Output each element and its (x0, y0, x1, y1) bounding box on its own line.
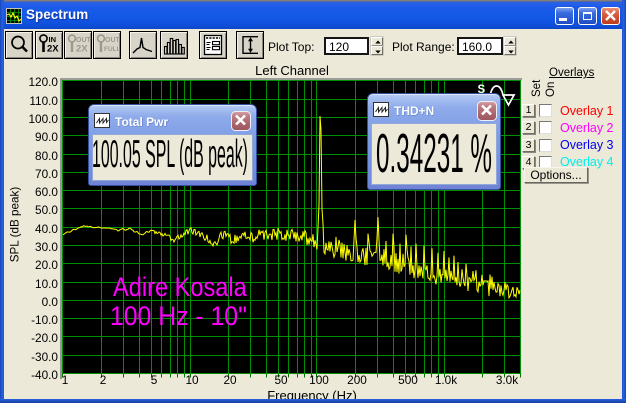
svg-text:FULL: FULL (104, 46, 120, 53)
svg-text:OUT: OUT (105, 37, 120, 44)
svg-text:2X: 2X (76, 44, 88, 55)
svg-text:2X: 2X (47, 44, 59, 55)
